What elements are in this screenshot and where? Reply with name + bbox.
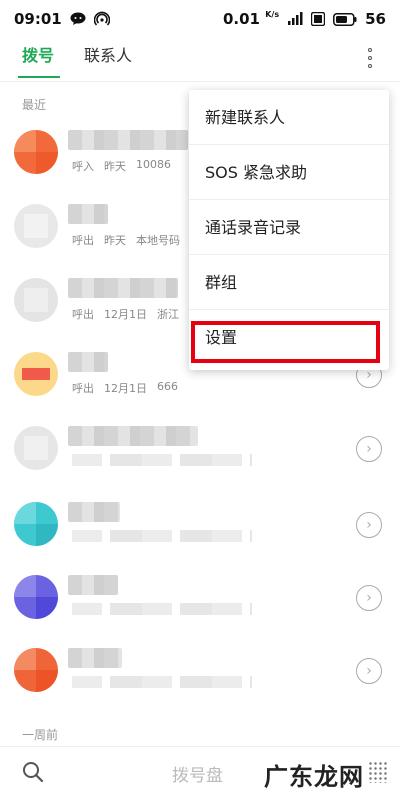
call-meta-blurred <box>72 603 252 615</box>
menu-item-call-recordings[interactable]: 通话录音记录 <box>189 200 389 255</box>
highlight-box <box>191 321 380 363</box>
contact-name-blurred <box>68 278 178 298</box>
menu-item-sos[interactable]: SOS 紧急求助 <box>189 145 389 200</box>
section-week-ago: 一周前 <box>22 728 59 742</box>
avatar <box>14 426 58 470</box>
avatar <box>14 130 58 174</box>
dial-pad-button[interactable]: 拨号盘 <box>172 761 223 786</box>
avatar <box>14 352 58 396</box>
battery-level: 56 <box>365 10 386 28</box>
grid-dots-icon <box>368 761 388 783</box>
call-meta-blurred <box>72 530 252 542</box>
network-speed: 0.01 K/s <box>222 10 280 28</box>
contact-name-blurred <box>68 502 120 522</box>
chat-icon <box>70 12 86 26</box>
contact-name-blurred <box>68 575 118 595</box>
menu-item-new-contact[interactable]: 新建联系人 <box>189 90 389 145</box>
call-meta: 呼出 昨天 本地号码 <box>72 234 180 247</box>
search-icon[interactable] <box>22 761 44 783</box>
avatar <box>14 278 58 322</box>
call-meta-blurred <box>72 676 252 688</box>
contact-name-blurred <box>68 204 108 224</box>
contact-name-blurred <box>68 426 198 446</box>
more-vertical-icon[interactable] <box>362 46 378 70</box>
call-meta-blurred <box>72 454 252 466</box>
hotspot-icon <box>93 11 110 27</box>
avatar <box>14 575 58 619</box>
chevron-right-icon: › <box>366 663 372 679</box>
call-list-item[interactable]: › <box>0 414 400 488</box>
call-detail-button[interactable]: › <box>356 436 382 462</box>
chevron-right-icon: › <box>366 590 372 606</box>
avatar <box>14 204 58 248</box>
bottom-bar: 拨号盘 广东龙网 <box>0 746 400 800</box>
call-meta: 呼出 12月1日 浙江 <box>72 308 179 321</box>
hd-icon <box>311 12 326 26</box>
battery-icon <box>333 12 357 26</box>
chevron-right-icon: › <box>366 517 372 533</box>
tab-contacts[interactable]: 联系人 <box>84 38 132 82</box>
status-bar: 09:01 0.01 K/s 56 <box>0 0 400 38</box>
call-meta: 呼出 12月1日 666 <box>72 380 178 395</box>
tab-indicator <box>18 76 60 78</box>
contact-name-blurred <box>68 130 188 150</box>
call-detail-button[interactable]: › <box>356 585 382 611</box>
menu-item-groups[interactable]: 群组 <box>189 255 389 310</box>
contact-name-blurred <box>68 352 108 372</box>
call-list-item[interactable]: › <box>0 490 400 564</box>
watermark-text: 广东龙网 <box>264 762 364 791</box>
avatar <box>14 648 58 692</box>
call-detail-button[interactable]: › <box>356 658 382 684</box>
status-time: 09:01 <box>14 10 62 28</box>
call-detail-button[interactable]: › <box>356 512 382 538</box>
call-meta: 呼入 昨天 10086 <box>72 158 171 173</box>
contact-name-blurred <box>68 648 122 668</box>
signal-icon <box>287 12 303 26</box>
avatar <box>14 502 58 546</box>
section-recent: 最近 <box>22 98 47 112</box>
chevron-right-icon: › <box>366 441 372 457</box>
call-list-item[interactable]: › <box>0 563 400 637</box>
tab-bar: 拨号 联系人 <box>0 38 400 82</box>
call-list-item[interactable]: › <box>0 636 400 710</box>
